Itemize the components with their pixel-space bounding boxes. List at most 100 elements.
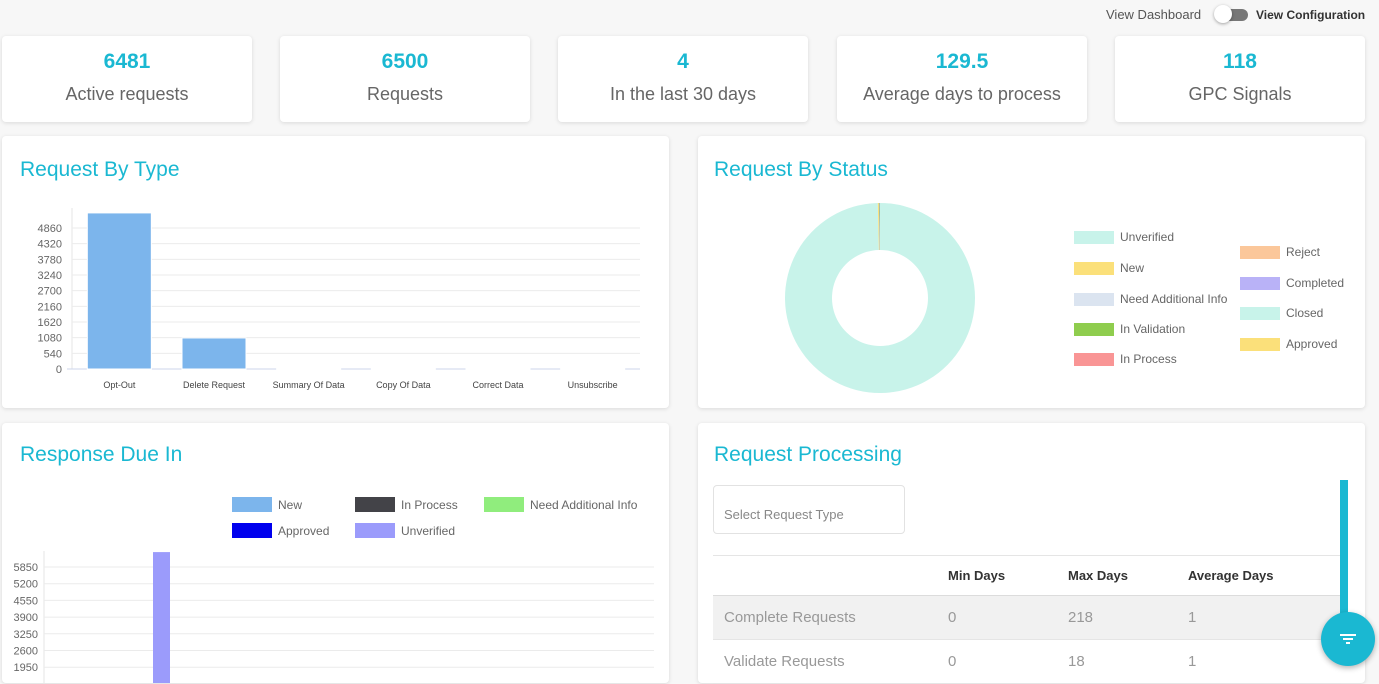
average-days-cell: 1 (1188, 595, 1341, 640)
legend-swatch (1074, 352, 1114, 366)
pie-slice (785, 203, 976, 394)
average-days-cell: 1 (1188, 639, 1341, 684)
request-by-status-panel: Request By Status Unverified New Need Addi… (698, 136, 1365, 408)
y-tick-label: 3780 (38, 254, 62, 266)
y-tick-label: 1620 (38, 317, 62, 329)
column-header-average-days: Average Days (1188, 555, 1341, 596)
view-configuration-label[interactable]: View Configuration (1256, 8, 1365, 22)
legend-item[interactable]: Completed (1240, 276, 1344, 290)
y-tick-label: 540 (44, 348, 62, 360)
legend-swatch (1074, 292, 1114, 306)
bar (181, 337, 247, 370)
stat-value: 118 (1223, 50, 1257, 73)
stat-label: Requests (366, 84, 444, 104)
response-due-in-chart: 1950 2600 3250 3900 4550 5200 5850 (14, 551, 654, 683)
response-due-in-panel: Response Due In New In Process Need Additi… (2, 423, 669, 683)
stat-label: GPC Signals (1188, 84, 1292, 104)
stat-card-average-days: 129.5 Average days to process (837, 36, 1087, 122)
request-by-type-chart: 0 540 1080 1620 2160 2700 3240 3780 4320 4860 Opt-… (38, 208, 640, 390)
y-tick-label: 3900 (14, 612, 38, 624)
x-tick-label: Unsubscribe (568, 380, 618, 390)
request-type-select[interactable]: Select Request Type (713, 485, 905, 534)
min-days-cell: 0 (948, 595, 1068, 640)
x-tick-label: Copy Of Data (376, 380, 431, 390)
stat-card-active-requests: 6481 Active requests (2, 36, 252, 122)
legend-item[interactable]: In Validation (1074, 322, 1185, 336)
legend-label: Completed (1286, 276, 1345, 290)
x-tick-label: Delete Request (183, 380, 246, 390)
panel-title: Request Processing (714, 443, 902, 466)
top-bar: View Dashboard View Configuration (0, 0, 1379, 30)
y-tick-label: 4320 (38, 239, 62, 251)
bar (465, 368, 531, 371)
legend-swatch (1074, 261, 1114, 275)
legend-swatch (1240, 306, 1280, 320)
legend-swatch (1240, 245, 1280, 259)
stat-value: 6481 (103, 50, 151, 73)
bar (560, 368, 626, 371)
legend-item[interactable]: Reject (1240, 245, 1320, 259)
y-tick-label: 1950 (14, 662, 38, 674)
stat-value: 6500 (381, 50, 429, 73)
stat-card-requests: 6500 Requests (280, 36, 530, 122)
y-tick-label: 2160 (38, 301, 62, 313)
stat-label: Average days to process (863, 84, 1061, 104)
legend-label: Approved (1286, 337, 1338, 351)
request-processing-table: Min Days Max Days Average Days Complete … (713, 555, 1341, 684)
column-header-name (713, 555, 948, 596)
legend-item[interactable]: In Process (1074, 352, 1177, 366)
x-tick-label: Summary Of Data (273, 380, 345, 390)
table-header-row: Min Days Max Days Average Days (713, 555, 1341, 596)
y-tick-label: 0 (56, 364, 62, 376)
view-dashboard-label[interactable]: View Dashboard (1106, 7, 1201, 22)
x-tick-label: Opt-Out (103, 380, 136, 390)
legend-label: Need Additional Info (1120, 292, 1228, 306)
legend-swatch (1240, 337, 1280, 351)
legend-item[interactable]: Approved (1240, 337, 1337, 351)
y-tick-label: 4860 (38, 223, 62, 235)
bar (370, 367, 436, 370)
legend-label: In Process (1120, 352, 1177, 366)
legend-label: In Validation (1120, 322, 1186, 336)
min-days-cell: 0 (948, 639, 1068, 684)
legend-item[interactable]: Need Additional Info (1074, 292, 1227, 306)
scrollbar[interactable] (1340, 480, 1348, 630)
filter-button[interactable] (1321, 612, 1375, 666)
bar (153, 552, 170, 683)
y-tick-label: 3250 (14, 629, 38, 641)
legend-label: Unverified (1120, 230, 1175, 244)
toggle-knob[interactable] (1214, 5, 1232, 23)
filter-icon (1340, 634, 1356, 644)
legend-swatch (1074, 230, 1114, 244)
y-tick-label: 3240 (38, 270, 62, 282)
y-tick-label: 2600 (14, 646, 38, 658)
stat-value: 4 (677, 50, 689, 73)
legend-label: Reject (1286, 245, 1321, 259)
legend-swatch (1074, 322, 1114, 336)
column-header-max-days: Max Days (1068, 555, 1188, 596)
y-tick-label: 2700 (38, 286, 62, 298)
request-processing-panel: Request Processing Select Request Type M… (698, 423, 1365, 684)
table-row: Complete Requests 0 218 1 (713, 595, 1341, 640)
column-header-min-days: Min Days (948, 555, 1068, 596)
stat-card-last-30-days: 4 In the last 30 days (558, 36, 808, 122)
bar (276, 368, 342, 371)
y-tick-label: 5200 (14, 579, 38, 591)
max-days-cell: 18 (1068, 639, 1188, 684)
request-by-type-panel: Request By Type 0 540 1080 1620 2160 2700 3240… (2, 136, 669, 408)
legend-item[interactable]: Closed (1240, 306, 1323, 320)
legend-label: New (1120, 261, 1145, 275)
view-mode-toggle[interactable] (1214, 5, 1248, 23)
max-days-cell: 218 (1068, 595, 1188, 640)
stat-value: 129.5 (935, 50, 989, 73)
stat-card-gpc-signals: 118 GPC Signals (1115, 36, 1365, 122)
legend-item[interactable]: New (1074, 261, 1144, 275)
legend-swatch (1240, 276, 1280, 290)
row-label: Complete Requests (713, 595, 948, 640)
legend-item[interactable]: Unverified (1074, 230, 1174, 244)
x-tick-label: Correct Data (472, 380, 523, 390)
y-tick-label: 5850 (14, 562, 38, 574)
y-tick-label: 1080 (38, 333, 62, 345)
stat-label: In the last 30 days (609, 84, 757, 104)
y-tick-label: 4550 (14, 595, 38, 607)
